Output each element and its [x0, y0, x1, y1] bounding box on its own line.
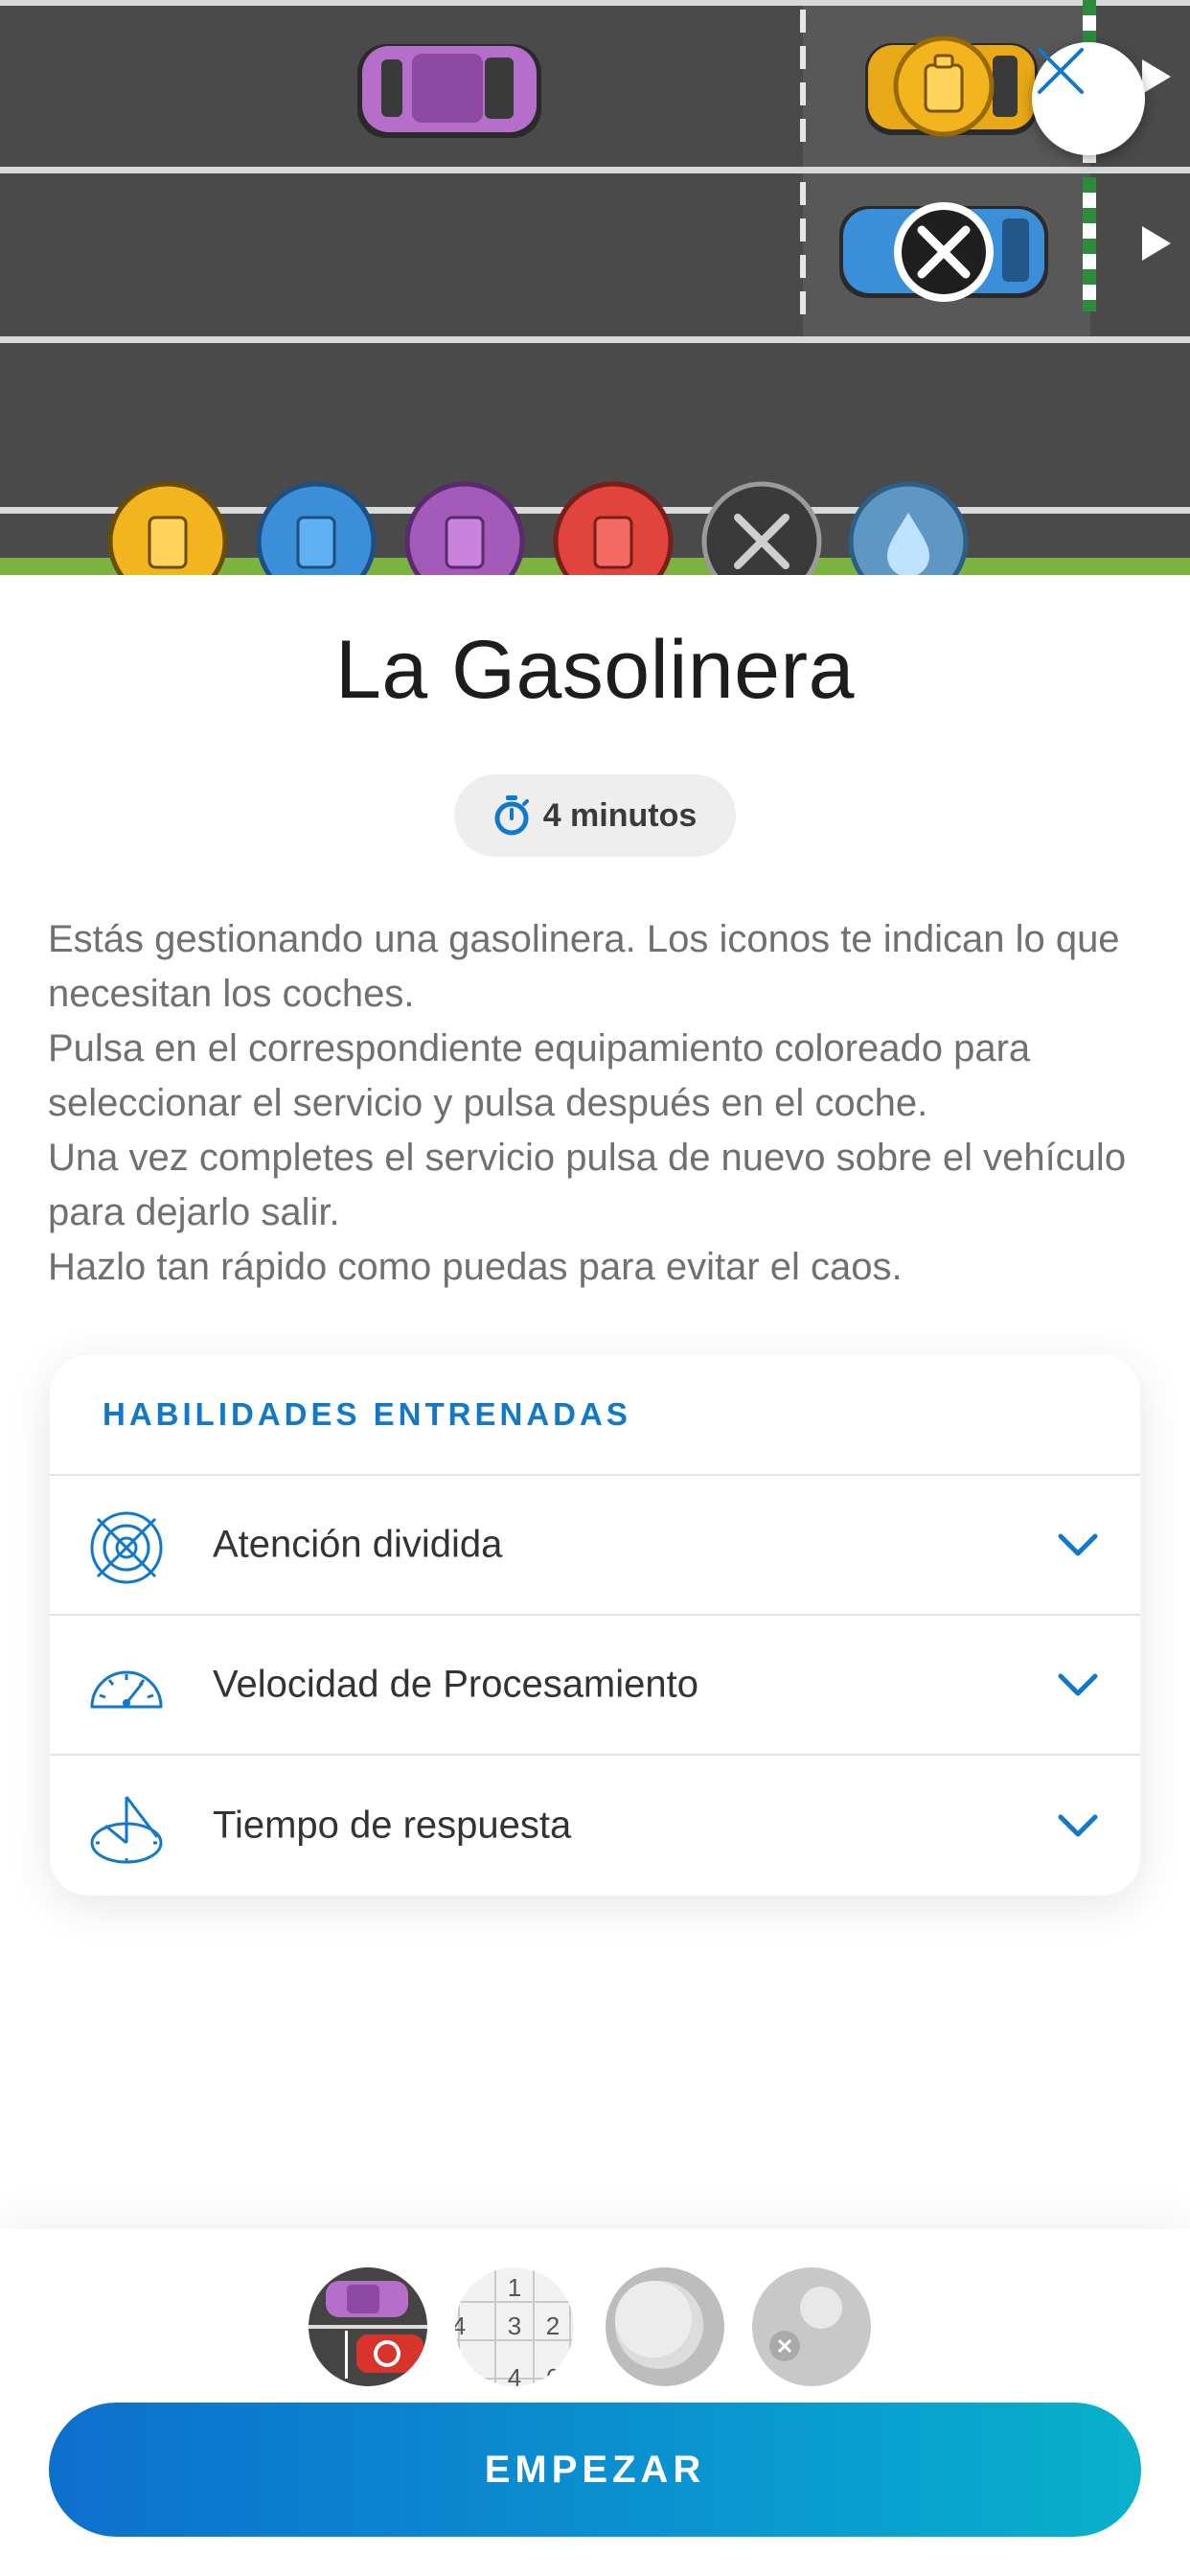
- duration-badge: 4 minutos: [454, 774, 736, 857]
- game-scene: [0, 0, 1190, 575]
- game-detail-page: La Gasolinera 4 minutos Estás gestionand…: [0, 0, 1190, 2576]
- close-button[interactable]: [1032, 42, 1145, 155]
- start-button-label: EMPEZAR: [484, 2448, 706, 2491]
- game-description: Estás gestionando una gasolinera. Los ic…: [48, 912, 1150, 1295]
- water-station[interactable]: [848, 481, 969, 575]
- skills-header: HABILIDADES ENTRENADAS: [50, 1355, 1140, 1476]
- blue-car[interactable]: [839, 202, 1048, 302]
- sudoku-digit: 4: [455, 2312, 466, 2340]
- skill-label: Atención dividida: [213, 1523, 503, 1566]
- sudoku-digit: 4: [508, 2363, 521, 2386]
- sundial-icon: [90, 1796, 163, 1864]
- blue-fuel-station[interactable]: [256, 481, 377, 575]
- sudoku-digit: 3: [508, 2312, 521, 2340]
- sudoku-thumb[interactable]: 1 3 2 4 4 6: [455, 2267, 574, 2386]
- stopwatch-icon: [494, 795, 529, 836]
- sudoku-digit: 1: [508, 2273, 521, 2302]
- bottom-bar: 1 3 2 4 4 6 EMPEZAR: [0, 2229, 1190, 2576]
- skill-item-divided-attention[interactable]: Atención dividida: [50, 1476, 1140, 1616]
- trained-skills-card: HABILIDADES ENTRENADAS Atención dividida: [50, 1355, 1140, 1896]
- gas-station-thumb[interactable]: [309, 2267, 427, 2386]
- dots-thumb[interactable]: [752, 2267, 871, 2386]
- blank-thumb[interactable]: [606, 2267, 724, 2386]
- chevron-down-icon: [1058, 1673, 1098, 1696]
- sudoku-digit: 6: [546, 2363, 560, 2386]
- skills-header-label: HABILIDADES ENTRENADAS: [103, 1396, 631, 1432]
- purple-car[interactable]: [357, 44, 541, 138]
- target-icon: [90, 1511, 163, 1584]
- speedometer-icon: [90, 1670, 163, 1709]
- skill-label: Tiempo de respuesta: [213, 1804, 572, 1847]
- chevron-down-icon: [1058, 1814, 1098, 1837]
- sudoku-digit: 2: [546, 2312, 560, 2340]
- chevron-down-icon: [1058, 1533, 1098, 1556]
- duration-label: 4 minutos: [542, 796, 698, 834]
- gas-station-thumb-image: [309, 2267, 427, 2386]
- description-paragraph: Estás gestionando una gasolinera. Los ic…: [48, 918, 1120, 1015]
- skill-item-processing-speed[interactable]: Velocidad de Procesamiento: [50, 1616, 1140, 1756]
- description-paragraph: Hazlo tan rápido como puedas para evitar…: [48, 1246, 903, 1288]
- game-title: La Gasolinera: [335, 624, 855, 716]
- sudoku-thumb-image: 1 3 2 4 4 6: [455, 2267, 574, 2386]
- game-thumbnails: 1 3 2 4 4 6: [309, 2267, 883, 2386]
- dots-thumb-image: [752, 2267, 871, 2386]
- purple-fuel-station[interactable]: [404, 481, 525, 575]
- description-paragraph: Una vez completes el servicio pulsa de n…: [48, 1137, 1127, 1233]
- blank-thumb-image: [606, 2267, 724, 2386]
- start-button[interactable]: EMPEZAR: [49, 2403, 1141, 2537]
- yellow-fuel-station[interactable]: [107, 481, 228, 575]
- game-preview-banner: [0, 0, 1190, 575]
- description-paragraph: Pulsa en el correspondiente equipamiento…: [48, 1027, 1031, 1124]
- red-fuel-station[interactable]: [553, 481, 674, 575]
- tools-station[interactable]: [701, 481, 822, 575]
- skill-item-response-time[interactable]: Tiempo de respuesta: [50, 1756, 1140, 1896]
- close-icon: [1038, 48, 1084, 94]
- yellow-car[interactable]: [865, 35, 1038, 137]
- skill-label: Velocidad de Procesamiento: [213, 1663, 698, 1706]
